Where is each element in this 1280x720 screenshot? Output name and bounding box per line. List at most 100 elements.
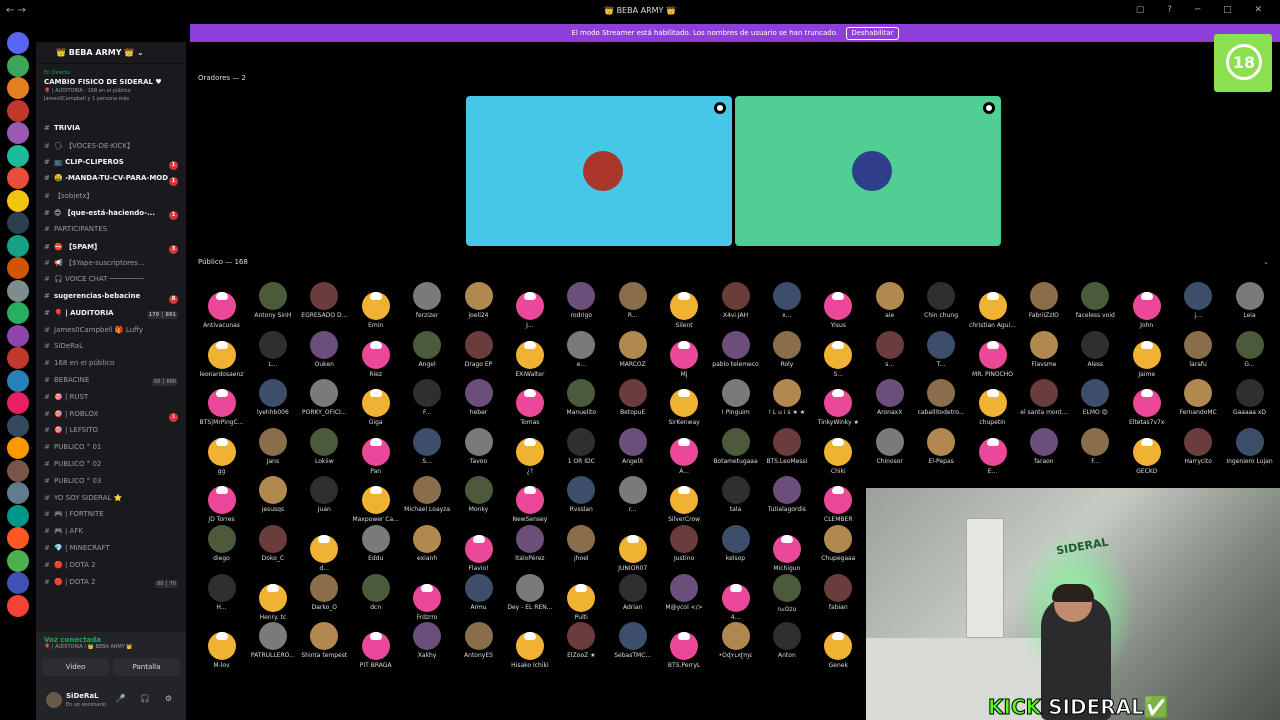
channel-item[interactable]: # 🎮 | AFK	[44, 527, 180, 541]
audience-member[interactable]: Mj	[659, 331, 710, 378]
audience-member[interactable]: jhoel	[556, 525, 607, 562]
screen-share-button[interactable]: Pantalla	[113, 658, 180, 676]
audience-member[interactable]: Chinosor	[864, 427, 915, 465]
audience-member[interactable]: ItaloPérez	[504, 525, 555, 562]
audience-member[interactable]: aie	[864, 282, 915, 319]
audience-member[interactable]: T...	[916, 330, 967, 368]
audience-member[interactable]: Rvsslan	[556, 476, 607, 513]
channel-item[interactable]: # 💎 | MINECRAFT	[44, 544, 180, 558]
audience-member[interactable]: ก๐Ozu	[761, 573, 812, 614]
audience-member[interactable]: BTS.PerryL	[659, 622, 710, 669]
channel-item[interactable]: # 🎈 | AUDITORIA 170 │ 891	[44, 309, 180, 323]
audience-member[interactable]: Riez	[350, 331, 401, 378]
audience-member[interactable]: Ingeniero Lujan	[1224, 427, 1275, 465]
audience-member[interactable]: joeli24	[453, 282, 504, 319]
audience-member[interactable]: diego	[196, 525, 247, 562]
audience-member[interactable]: kelsop	[710, 525, 761, 562]
audience-member[interactable]: CLEMBER	[813, 476, 864, 523]
audience-member[interactable]: ¿?	[504, 428, 555, 475]
avatar[interactable]	[46, 692, 62, 708]
audience-member[interactable]: christian Agui...	[967, 282, 1018, 329]
channel-item[interactable]: # 【sobjetx】	[44, 191, 180, 205]
server-icon[interactable]	[7, 324, 29, 347]
audience-member[interactable]: TinkyWinky ★	[813, 379, 864, 426]
audience-member[interactable]: Chiki	[813, 428, 864, 475]
server-icon[interactable]	[7, 99, 29, 122]
channel-item[interactable]: #168 en el público	[44, 359, 180, 373]
audience-member[interactable]: MR. PINOCHO	[967, 331, 1018, 378]
audience-member[interactable]: J...	[504, 282, 555, 329]
video-button[interactable]: Video	[42, 658, 109, 676]
audience-member[interactable]: R...	[607, 282, 658, 319]
server-icon[interactable]	[7, 549, 29, 572]
channel-item[interactable]: # 🎯 | ROBLOX 1	[44, 410, 180, 424]
server-icon[interactable]	[7, 459, 29, 482]
audience-member[interactable]: heber	[453, 379, 504, 416]
audience-member[interactable]: Michael Loayza	[402, 476, 453, 513]
audience-member[interactable]: Angel	[402, 330, 453, 368]
channel-item[interactable]: # 📺 CLIP-CLIPEROS 1	[44, 158, 180, 172]
audience-member[interactable]: Giga	[350, 379, 401, 426]
audience-member[interactable]: M-lov	[196, 622, 247, 669]
server-icon[interactable]	[7, 212, 29, 234]
audience-member[interactable]: Lokiiw	[299, 427, 350, 465]
audience-member[interactable]: Eddu	[350, 525, 401, 562]
channel-item[interactable]: # 🎧 VOICE CHAT ────────	[44, 275, 180, 289]
audience-member[interactable]: exianh	[402, 525, 453, 562]
audience-member[interactable]: Tavoo	[453, 427, 504, 465]
audience-member[interactable]: John	[1121, 282, 1172, 329]
audience-member[interactable]: F...	[402, 379, 453, 416]
audience-member[interactable]: gg	[196, 428, 247, 475]
audience-member[interactable]: d...	[299, 525, 350, 572]
audience-member[interactable]: Drago EP	[453, 330, 504, 368]
audience-member[interactable]: ELMO 😍	[1070, 379, 1121, 416]
server-icon[interactable]	[7, 257, 29, 279]
audience-member[interactable]: FabriIZzIO	[1018, 282, 1069, 319]
audience-member[interactable]: SebasTMC...	[607, 622, 658, 659]
audience-member[interactable]: Pan	[350, 428, 401, 475]
settings-icon[interactable]	[983, 102, 995, 114]
audience-member[interactable]: e...	[556, 330, 607, 368]
audience-member[interactable]: Monky	[453, 476, 504, 513]
audience-member[interactable]: caballitodetro...	[916, 379, 967, 416]
audience-member[interactable]: j...	[1173, 282, 1224, 319]
server-icon[interactable]	[7, 504, 29, 527]
audience-member[interactable]: ferzizer	[402, 282, 453, 319]
audience-member[interactable]: Flavsme	[1018, 330, 1069, 368]
mic-headset-settings-icons[interactable]: 🎤 🎧 ⚙	[116, 694, 178, 703]
audience-member[interactable]: 1 OR IDC	[556, 427, 607, 465]
audience-member[interactable]: EXIWalter	[504, 331, 555, 378]
audience-member[interactable]: JUNIOR07	[607, 525, 658, 572]
audience-member[interactable]: Doko_C	[247, 525, 298, 562]
audience-member[interactable]: Darko_O	[299, 573, 350, 611]
server-icon[interactable]	[7, 527, 29, 549]
channel-item[interactable]: # PARTICIPANTES	[44, 225, 180, 239]
audience-member[interactable]: JD Torres	[196, 476, 247, 523]
channel-item[interactable]: # sugerencias-bebacine 8	[44, 292, 180, 306]
audience-member[interactable]: BetopuE	[607, 379, 658, 416]
audience-member[interactable]: Leia	[1224, 282, 1275, 319]
server-icon[interactable]	[7, 279, 29, 302]
channel-item[interactable]: # 🎮 | FORTNITE	[44, 510, 180, 524]
server-icon[interactable]	[7, 54, 29, 77]
server-icon[interactable]	[7, 369, 29, 392]
audience-member[interactable]: BTS|MrPingC...	[196, 379, 247, 426]
audience-member[interactable]: leonardosaenz	[196, 331, 247, 378]
audience-member[interactable]: Armu	[453, 573, 504, 611]
audience-member[interactable]: larafu	[1173, 330, 1224, 368]
disable-streamer-button[interactable]: Deshabilitar	[846, 27, 899, 40]
audience-member[interactable]: rodrigo	[556, 282, 607, 319]
channel-item[interactable]: # James0Campbell 🎁 Luffy	[44, 326, 180, 340]
audience-member[interactable]: Ouken	[299, 330, 350, 368]
server-icon[interactable]	[7, 167, 29, 189]
audience-member[interactable]: L...	[247, 330, 298, 368]
audience-member[interactable]: ElZooZ ★	[556, 622, 607, 659]
speaker-tile[interactable]	[466, 96, 732, 246]
channel-item[interactable]: # YO SOY SIDERAL ⭐	[44, 494, 180, 508]
audience-member[interactable]: Roly	[761, 330, 812, 368]
audience-member[interactable]: r...	[607, 476, 658, 513]
channel-item[interactable]: # 📢 【$Yape-suscriptores...	[44, 258, 180, 272]
server-icon[interactable]	[7, 32, 29, 54]
audience-member[interactable]: F...	[1070, 427, 1121, 465]
server-icon[interactable]	[7, 594, 29, 617]
